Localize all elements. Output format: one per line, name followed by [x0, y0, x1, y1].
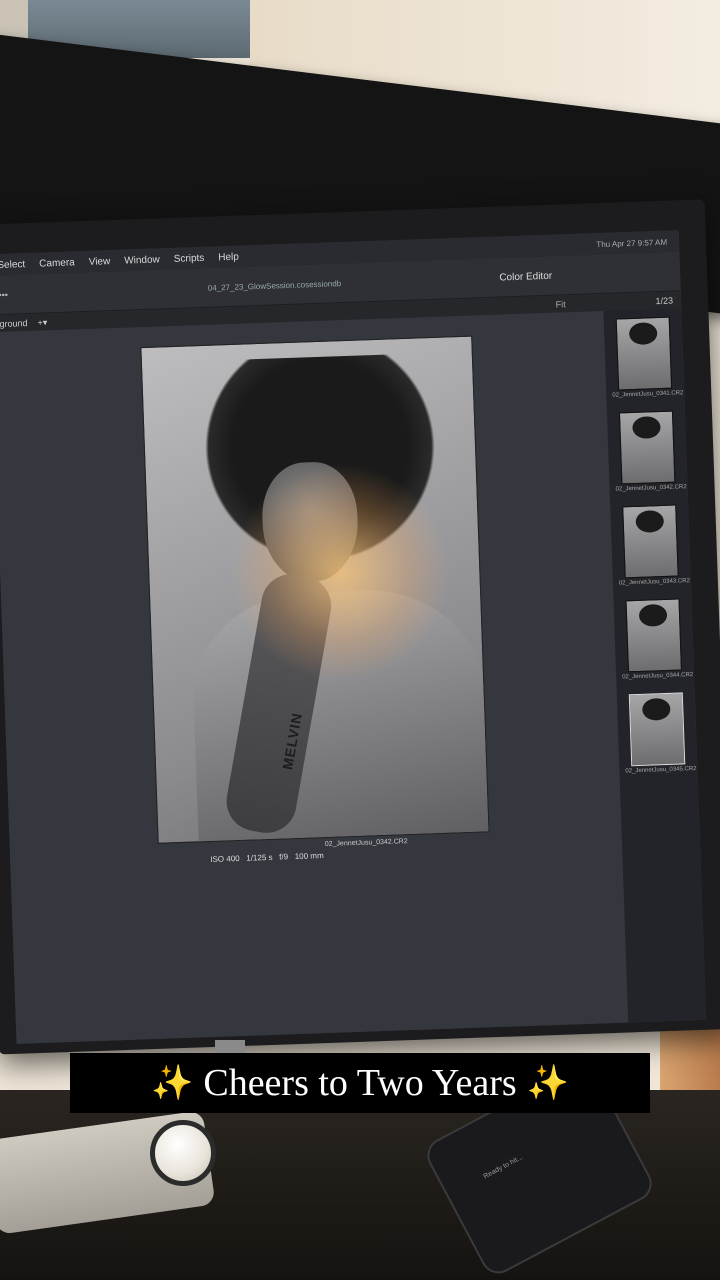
thumb-subject: [632, 416, 661, 439]
menu-scripts[interactable]: Scripts: [174, 252, 205, 264]
menu-select[interactable]: Select: [0, 259, 25, 271]
thumbnail-label: 02_JennetJusu_0341.CR2: [612, 390, 684, 399]
thumb-subject: [635, 509, 665, 533]
thumb-subject: [641, 697, 671, 721]
subject-face: [260, 460, 360, 584]
caption-banner: ✨ Cheers to Two Years ✨: [70, 1053, 650, 1113]
menu-view[interactable]: View: [89, 256, 111, 268]
zoom-fit[interactable]: Fit: [555, 299, 565, 309]
menu-camera[interactable]: Camera: [39, 257, 75, 269]
color-editor-tab[interactable]: Color Editor: [499, 270, 552, 283]
thumbnail[interactable]: [615, 316, 673, 391]
thumbnail[interactable]: [618, 410, 676, 485]
monitor: Select Camera View Window Scripts Help T…: [0, 199, 720, 1055]
sparkle-icon: ✨: [526, 1065, 569, 1102]
phone-notification: Ready to hit...: [482, 1153, 525, 1181]
thumbnail-label: 02_JennetJusu_0345.CR2: [625, 765, 697, 775]
exif-focal: 100 mm: [294, 851, 324, 862]
more-icon[interactable]: •••: [0, 290, 8, 300]
menu-help[interactable]: Help: [218, 251, 239, 263]
thumbnail[interactable]: [622, 504, 679, 579]
thumbnail-label: 02_JennetJusu_0342.CR2: [615, 484, 687, 493]
caption-text: Cheers to Two Years: [203, 1062, 517, 1104]
photo-filename: 02_JennetJusu_0342.CR2: [324, 838, 408, 848]
document-title: 04_27_23_GlowSession.cosessiondb: [207, 278, 342, 293]
screen: Select Camera View Window Scripts Help T…: [0, 230, 707, 1044]
light-meter-dome: [150, 1120, 216, 1186]
thumb-subject: [628, 322, 658, 346]
thumb-subject: [638, 603, 668, 627]
thumbnail-label: 02_JennetJusu_0343.CR2: [618, 578, 691, 587]
thumbnail-selected[interactable]: [628, 692, 686, 767]
thumbnail[interactable]: [625, 598, 682, 673]
sparkle-icon: ✨: [151, 1065, 194, 1102]
layer-select[interactable]: ground: [0, 318, 28, 329]
image-count: 1/23: [655, 295, 674, 307]
exif-iso: ISO 400: [210, 853, 240, 864]
exif-bar: ISO 400 1/125 s f/9 100 mm: [210, 851, 324, 864]
menu-window[interactable]: Window: [124, 254, 160, 266]
portrait-photo: MELVIN: [140, 335, 490, 844]
image-viewer[interactable]: MELVIN 02_JennetJusu_0342.CR2 ISO 400 1/…: [0, 310, 629, 1044]
exif-aperture: f/9: [279, 852, 289, 862]
exif-shutter: 1/125 s: [246, 852, 273, 863]
thumbnail-label: 02_JennetJusu_0344.CR2: [622, 672, 694, 681]
menu-clock: Thu Apr 27 9:57 AM: [596, 237, 668, 249]
add-layer-icon[interactable]: +▾: [37, 317, 47, 328]
